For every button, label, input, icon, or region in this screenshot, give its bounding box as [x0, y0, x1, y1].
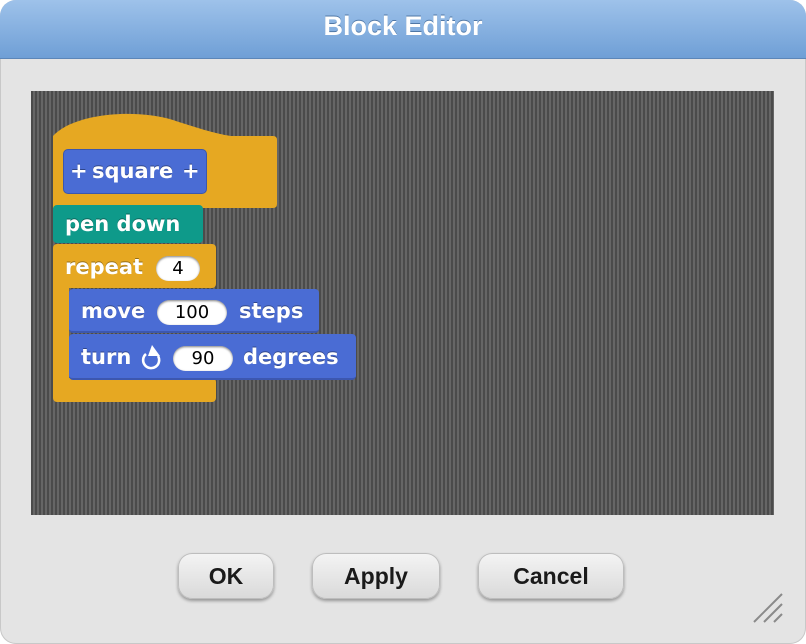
repeat-count-input[interactable]: 4 — [156, 256, 200, 281]
resize-handle-icon[interactable] — [748, 588, 784, 624]
move-steps-input[interactable]: 100 — [157, 300, 227, 325]
repeat-block-arm — [53, 284, 69, 384]
clockwise-arrow-icon — [141, 345, 161, 370]
turn-label: turn — [81, 345, 132, 369]
pen-down-label: pen down — [65, 212, 181, 236]
repeat-block[interactable]: repeat 4 — [53, 244, 216, 288]
prototype-plus-left[interactable]: + — [70, 159, 88, 183]
move-steps-label: steps — [239, 299, 304, 323]
turn-degrees-input[interactable]: 90 — [173, 346, 233, 371]
move-block[interactable]: move 100 steps — [69, 289, 319, 333]
turn-block[interactable]: turn 90 degrees — [69, 334, 356, 380]
repeat-label: repeat — [65, 255, 144, 279]
prototype-label: square — [92, 159, 174, 183]
title-bar[interactable]: Block Editor — [0, 0, 806, 59]
move-label: move — [81, 299, 146, 323]
repeat-block-bottom — [53, 378, 216, 402]
dialog-title: Block Editor — [323, 11, 483, 41]
custom-block-prototype[interactable]: + square + — [63, 149, 207, 194]
apply-button[interactable]: Apply — [312, 553, 440, 599]
turn-degrees-label: degrees — [243, 345, 339, 369]
cancel-button[interactable]: Cancel — [478, 553, 624, 599]
prototype-plus-right[interactable]: + — [182, 159, 200, 183]
ok-button[interactable]: OK — [178, 553, 274, 599]
pen-down-block[interactable]: pen down — [53, 205, 203, 243]
block-editor-dialog: Block Editor + square + pen down repeat … — [0, 0, 806, 644]
